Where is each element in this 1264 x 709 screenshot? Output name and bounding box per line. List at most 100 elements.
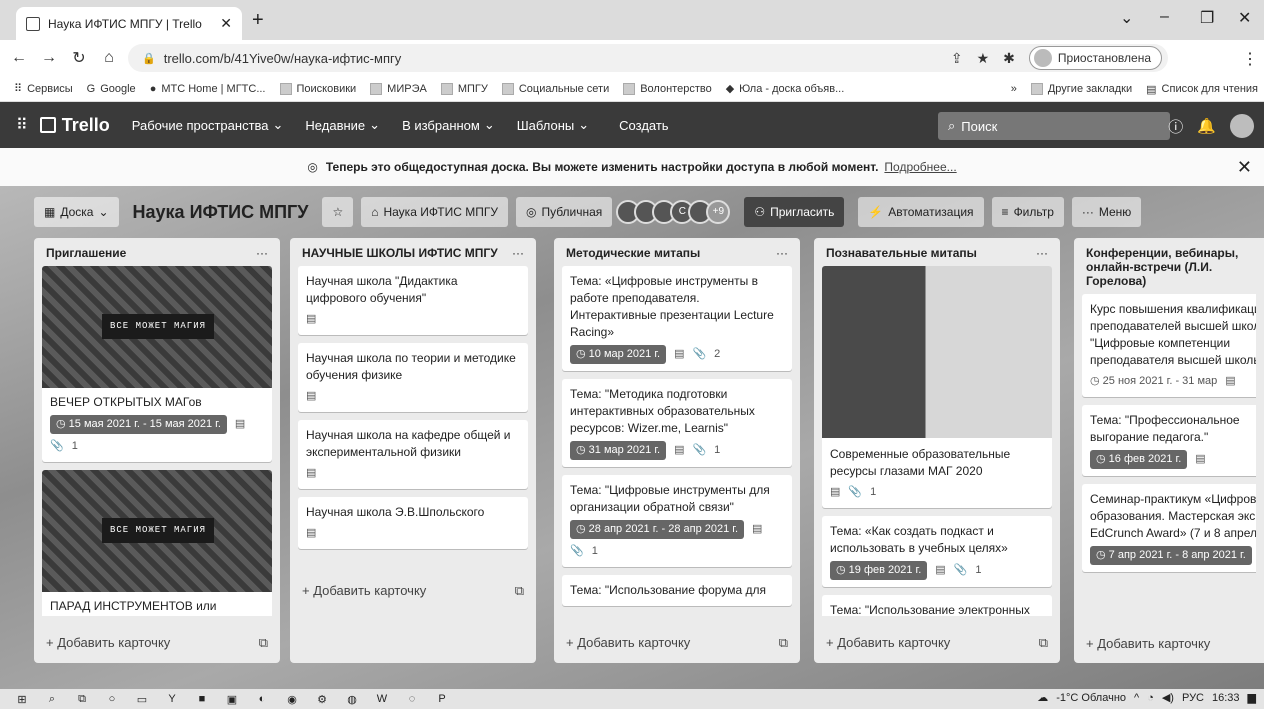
profile-button[interactable]: Приостановлена bbox=[1028, 46, 1162, 70]
reading-list[interactable]: ▤ Список для чтения bbox=[1146, 83, 1258, 96]
card[interactable]: Современные образовательные ресурсы глаз… bbox=[822, 266, 1052, 508]
browser-menu-icon[interactable]: ⋮ bbox=[1242, 49, 1258, 69]
list-menu-icon[interactable]: ··· bbox=[512, 246, 524, 260]
other-bookmarks[interactable]: Другие закладки bbox=[1030, 83, 1132, 95]
list-title[interactable]: Конференции, вебинары, онлайн-встречи (Л… bbox=[1086, 246, 1252, 288]
close-tab-icon[interactable]: ✕ bbox=[220, 15, 232, 32]
create-button[interactable]: Создать bbox=[619, 118, 668, 133]
add-card-button[interactable]: + Добавить карточку ⧉ bbox=[298, 579, 528, 603]
user-avatar[interactable] bbox=[1230, 114, 1254, 138]
invite-button[interactable]: ⚇ Пригласить bbox=[744, 197, 845, 227]
clock[interactable]: 16:33 bbox=[1212, 692, 1240, 704]
list-menu-icon[interactable]: ··· bbox=[776, 246, 788, 260]
close-window-icon[interactable]: ✕ bbox=[1238, 8, 1251, 28]
task-view-icon[interactable]: ⧉ bbox=[74, 693, 90, 706]
filter-button[interactable]: ≡ Фильтр bbox=[991, 197, 1064, 227]
due-date-badge[interactable]: ◷ 15 мая 2021 г. - 15 мая 2021 г. bbox=[50, 415, 227, 434]
word-icon[interactable]: W bbox=[374, 693, 390, 705]
share-icon[interactable]: ⇪ bbox=[951, 50, 963, 67]
search-input[interactable]: ⌕ Поиск bbox=[938, 112, 1170, 140]
address-bar[interactable]: 🔒 trello.com/b/41Yive0w/наука-ифтис-мпгу… bbox=[128, 44, 1168, 72]
card[interactable]: Научная школа на кафедре общей и экспери… bbox=[298, 420, 528, 489]
bookmark-star-icon[interactable]: ★ bbox=[977, 50, 990, 67]
menu-workspaces[interactable]: Рабочие пространства ⌄ bbox=[132, 117, 284, 133]
home-icon[interactable]: ⌂ bbox=[98, 49, 120, 67]
info-icon[interactable]: ⓘ bbox=[1168, 116, 1183, 137]
template-icon[interactable]: ⧉ bbox=[259, 635, 268, 651]
template-icon[interactable]: ⧉ bbox=[1039, 635, 1048, 651]
start-icon[interactable]: ⊞ bbox=[14, 693, 30, 706]
template-icon[interactable]: ⧉ bbox=[779, 635, 788, 651]
powerpoint-icon[interactable]: P bbox=[434, 693, 450, 705]
menu-templates[interactable]: Шаблоны ⌄ bbox=[517, 117, 589, 133]
due-date-badge[interactable]: ◷ 7 апр 2021 г. - 8 апр 2021 г. bbox=[1090, 546, 1252, 565]
restore-icon[interactable]: ❐ bbox=[1200, 8, 1214, 28]
menu-recent[interactable]: Недавние ⌄ bbox=[305, 117, 380, 133]
list-menu-icon[interactable]: ··· bbox=[256, 246, 268, 260]
card[interactable]: Научная школа Э.В.Шпольского ▤ bbox=[298, 497, 528, 549]
back-icon[interactable]: ← bbox=[8, 49, 30, 67]
chevron-up-icon[interactable]: ^ bbox=[1134, 692, 1139, 704]
board-title[interactable]: Наука ИФТИС МПГУ bbox=[133, 202, 309, 223]
bookmark-folder[interactable]: Поисковики bbox=[279, 82, 356, 95]
trello-logo[interactable]: Trello bbox=[39, 115, 110, 136]
app-icon[interactable]: ■ bbox=[194, 693, 210, 705]
app-icon[interactable]: ⚙ bbox=[314, 693, 330, 706]
notifications-icon[interactable]: ▆ bbox=[1248, 691, 1256, 704]
board-view-switcher[interactable]: ▦ Доска ⌄ bbox=[34, 197, 119, 227]
card[interactable]: Тема: "Использование форума для bbox=[562, 575, 792, 606]
learn-more-link[interactable]: Подробнее... bbox=[884, 160, 956, 174]
bookmark-item[interactable]: ● МТС Home | МГТС... bbox=[150, 83, 266, 95]
app-switcher-icon[interactable]: ⠿ bbox=[16, 115, 28, 135]
due-date-badge[interactable]: ◷ 31 мар 2021 г. bbox=[570, 441, 667, 460]
due-date-badge[interactable]: ◷ 10 мар 2021 г. bbox=[570, 345, 667, 364]
due-date-badge[interactable]: ◷ 25 ноя 2021 г. - 31 мар bbox=[1090, 373, 1217, 390]
weather-text[interactable]: -1°C Облачно bbox=[1056, 692, 1126, 704]
automation-button[interactable]: ⚡ Автоматизация bbox=[858, 197, 984, 227]
browser-tab[interactable]: Наука ИФТИС МПГУ | Trello ✕ bbox=[16, 7, 242, 40]
list-menu-icon[interactable]: ··· bbox=[1036, 246, 1048, 260]
bookmark-item[interactable]: G Google bbox=[87, 83, 136, 95]
card[interactable]: ВСЕ МОЖЕТ МАГИЯ ПАРАД ИНСТРУМЕНТОВ или bbox=[42, 470, 272, 616]
search-icon[interactable]: ⌕ bbox=[44, 693, 60, 706]
bookmark-item[interactable]: ◆ Юла - доска объяв... bbox=[726, 82, 845, 96]
more-bookmarks-icon[interactable]: » bbox=[1011, 83, 1017, 95]
bookmark-item[interactable]: ⠿ Сервисы bbox=[14, 82, 73, 96]
app-icon[interactable]: ○ bbox=[104, 693, 120, 705]
star-board-button[interactable]: ☆ bbox=[322, 197, 354, 227]
bookmark-folder[interactable]: Волонтерство bbox=[623, 82, 712, 95]
add-card-button[interactable]: + Добавить карточку ⧉ bbox=[562, 631, 792, 655]
card[interactable]: Тема: "Использование электронных bbox=[822, 595, 1052, 616]
due-date-badge[interactable]: ◷ 28 апр 2021 г. - 28 апр 2021 г. bbox=[570, 520, 745, 539]
card[interactable]: Курс повышения квалификации для преподав… bbox=[1082, 294, 1256, 397]
chrome-icon[interactable]: ◉ bbox=[284, 693, 300, 706]
bookmark-folder[interactable]: МИРЭА bbox=[370, 82, 427, 95]
volume-icon[interactable]: ◀) bbox=[1162, 691, 1174, 704]
card[interactable]: ВСЕ МОЖЕТ МАГИЯ ВЕЧЕР ОТКРЫТЫХ МАГов ◷ 1… bbox=[42, 266, 272, 462]
board-members[interactable]: C +9 bbox=[616, 200, 731, 224]
bookmark-folder[interactable]: МПГУ bbox=[440, 82, 488, 95]
menu-starred[interactable]: В избранном ⌄ bbox=[402, 117, 495, 133]
card[interactable]: Тема: "Цифровые инструменты для организа… bbox=[562, 475, 792, 567]
app-icon[interactable]: ◌ bbox=[404, 693, 420, 705]
list-title[interactable]: НАУЧНЫЕ ШКОЛЫ ИФТИС МПГУ bbox=[302, 246, 498, 260]
list-title[interactable]: Методические митапы bbox=[566, 246, 700, 260]
due-date-badge[interactable]: ◷ 16 фев 2021 г. bbox=[1090, 450, 1188, 469]
card[interactable]: Тема: «Как создать подкаст и использоват… bbox=[822, 516, 1052, 587]
minimize-icon[interactable]: – bbox=[1160, 8, 1169, 26]
add-card-button[interactable]: + Добавить карточку bbox=[1082, 632, 1256, 655]
app-icon[interactable]: ▣ bbox=[224, 693, 240, 706]
extensions-icon[interactable]: ✱ bbox=[1003, 50, 1015, 67]
card[interactable]: Тема: "Профессиональное выгорание педаго… bbox=[1082, 405, 1256, 476]
list-title[interactable]: Приглашение bbox=[46, 246, 126, 260]
card[interactable]: Тема: «Цифровые инструменты в работе пре… bbox=[562, 266, 792, 371]
reload-icon[interactable]: ↻ bbox=[68, 48, 90, 68]
card[interactable]: Научная школа "Дидактика цифрового обуче… bbox=[298, 266, 528, 335]
card[interactable]: Научная школа по теории и методике обуче… bbox=[298, 343, 528, 412]
due-date-badge[interactable]: ◷ 19 фев 2021 г. bbox=[830, 561, 928, 580]
list-title[interactable]: Познавательные митапы bbox=[826, 246, 977, 260]
new-tab-icon[interactable]: + bbox=[252, 9, 264, 32]
app-icon[interactable]: ◐ bbox=[254, 693, 270, 705]
workspace-button[interactable]: ⌂ Наука ИФТИС МПГУ bbox=[361, 197, 508, 227]
app-icon[interactable]: ◍ bbox=[344, 693, 360, 706]
